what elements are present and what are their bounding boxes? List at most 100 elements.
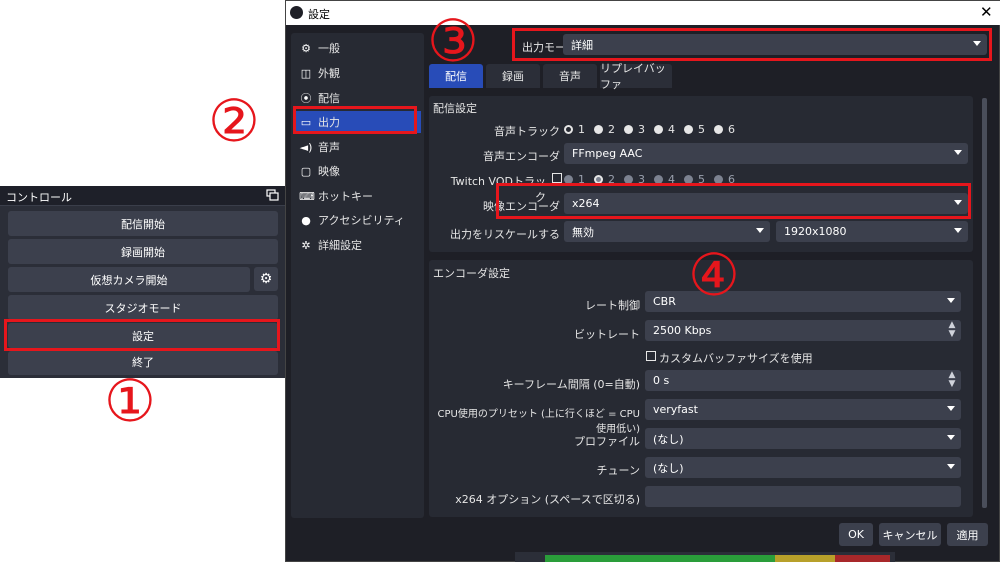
bitrate-label: ビットレート [574, 328, 640, 341]
stream-icon: ⦿ [300, 92, 312, 105]
start-streaming-button[interactable]: 配信開始 [8, 211, 278, 236]
gear-icon: ⚙ [301, 41, 311, 55]
audio-track-radio-group: 1 2 3 4 5 6 [564, 123, 744, 136]
sidebar-item-label: アクセシビリティ [318, 214, 405, 227]
tab-audio[interactable]: 音声 [543, 64, 597, 88]
undock-icon[interactable] [266, 189, 279, 201]
chevron-down-icon [947, 464, 955, 469]
window-title: 設定 [308, 8, 330, 21]
audio-track-label: 音声トラック [494, 125, 560, 138]
rescale-resolution-select[interactable]: 1920x1080 [776, 221, 968, 242]
keyframe-interval-value: 0 s [653, 374, 670, 387]
obs-logo-icon [290, 6, 303, 19]
rate-control-label: レート制御 [585, 299, 640, 312]
annotation-number-4: ④ [688, 241, 740, 309]
close-icon[interactable]: ✕ [980, 3, 993, 21]
accessibility-icon: ● [301, 213, 311, 227]
sidebar-item-label: 一般 [318, 42, 340, 55]
rate-control-value: CBR [653, 295, 676, 308]
rescale-output-label: 出力をリスケールする [450, 228, 560, 241]
profile-value: (なし) [653, 432, 684, 446]
audio-meter-red [835, 555, 890, 562]
custom-buffer-checkbox[interactable] [646, 351, 656, 361]
chevron-down-icon [954, 150, 962, 155]
annotation-number-1: ① [104, 367, 156, 435]
settings-scrollbar[interactable] [982, 98, 987, 508]
highlight-video-encoder [496, 183, 971, 219]
studio-mode-button[interactable]: スタジオモード [8, 295, 278, 320]
sidebar-item-hotkeys[interactable]: ⌨ ホットキー [293, 185, 421, 207]
cpu-preset-value: veryfast [653, 403, 698, 416]
tab-recording[interactable]: 録画 [486, 64, 540, 88]
speaker-icon: ◄) [299, 140, 313, 154]
tune-select[interactable]: (なし) [645, 457, 961, 478]
audio-encoder-label: 音声エンコーダ [483, 150, 560, 163]
wrench-icon: ✲ [301, 238, 311, 252]
sidebar-item-audio[interactable]: ◄) 音声 [293, 136, 421, 158]
sidebar-item-accessibility[interactable]: ● アクセシビリティ [293, 209, 421, 231]
start-virtual-camera-button[interactable]: 仮想カメラ開始 [8, 267, 250, 292]
cpu-preset-label: CPU使用のプリセット (上に行くほど = CPU使用低い) [437, 409, 640, 435]
tab-replay-buffer[interactable]: リプレイバッファ [600, 62, 672, 91]
highlight-settings-button [4, 319, 280, 351]
cancel-button[interactable]: キャンセル [879, 523, 941, 546]
appearance-icon: ◫ [300, 66, 312, 80]
chevron-down-icon [947, 406, 955, 411]
profile-label: プロファイル [574, 435, 640, 448]
audio-track-radio[interactable]: 6 [714, 123, 735, 136]
highlight-output-item [293, 106, 417, 134]
tune-label: チューン [596, 464, 640, 477]
virtual-camera-settings-gear-icon[interactable]: ⚙ [254, 267, 278, 291]
sidebar-item-advanced[interactable]: ✲ 詳細設定 [293, 234, 421, 256]
apply-button[interactable]: 適用 [947, 523, 988, 546]
annotation-number-3: ③ [427, 7, 479, 75]
rescale-output-select[interactable]: 無効 [564, 221, 770, 242]
sidebar-item-label: 音声 [318, 141, 340, 154]
custom-buffer-label: カスタムバッファサイズを使用 [659, 352, 813, 365]
keyframe-interval-spinbox[interactable]: 0 s ▲ ▼ [645, 370, 961, 391]
sidebar-item-general[interactable]: ⚙ 一般 [293, 37, 421, 59]
sidebar-item-appearance[interactable]: ◫ 外観 [293, 62, 421, 84]
highlight-output-mode [512, 28, 992, 61]
audio-meter-yellow [775, 555, 835, 562]
audio-track-radio[interactable]: 2 [594, 123, 615, 136]
twitch-vod-checkbox[interactable] [552, 173, 562, 183]
sidebar-item-label: 映像 [318, 165, 340, 178]
video-icon: ▢ [300, 164, 312, 178]
annotation-number-2: ② [208, 87, 260, 155]
audio-meter-green [545, 555, 775, 562]
chevron-down-icon [756, 228, 764, 233]
rescale-output-value: 無効 [572, 225, 594, 239]
sidebar-item-video[interactable]: ▢ 映像 [293, 160, 421, 182]
rescale-resolution-value: 1920x1080 [784, 225, 847, 238]
audio-encoder-value: FFmpeg AAC [572, 147, 643, 160]
audio-track-radio[interactable]: 3 [624, 123, 645, 136]
x264-options-input[interactable] [645, 486, 961, 507]
dock-title: コントロール [6, 191, 72, 204]
sidebar-item-label: 外観 [318, 67, 340, 80]
tune-value: (なし) [653, 461, 684, 475]
x264-options-label: x264 オプション (スペースで区切る) [455, 493, 640, 506]
audio-track-radio[interactable]: 4 [654, 123, 675, 136]
chevron-down-icon [947, 298, 955, 303]
dock-header: コントロール [0, 186, 285, 206]
stream-settings-title: 配信設定 [433, 102, 477, 115]
audio-track-radio[interactable]: 5 [684, 123, 705, 136]
profile-select[interactable]: (なし) [645, 428, 961, 449]
ok-button[interactable]: OK [839, 523, 873, 546]
audio-track-radio[interactable]: 1 [564, 123, 585, 136]
keyframe-interval-label: キーフレーム間隔 (0=自動) [502, 378, 640, 391]
chevron-down-icon [954, 228, 962, 233]
spin-arrows-icon[interactable]: ▲ ▼ [947, 371, 957, 390]
sidebar-item-label: 配信 [318, 92, 340, 105]
bitrate-spinbox[interactable]: 2500 Kbps ▲ ▼ [645, 320, 961, 341]
start-recording-button[interactable]: 録画開始 [8, 239, 278, 264]
audio-encoder-select[interactable]: FFmpeg AAC [564, 143, 968, 164]
cpu-preset-select[interactable]: veryfast [645, 399, 961, 420]
bitrate-value: 2500 Kbps [653, 324, 712, 337]
keyboard-icon: ⌨ [299, 189, 315, 203]
window-titlebar: 設定 ✕ [286, 1, 1000, 25]
chevron-down-icon [947, 435, 955, 440]
encoder-settings-title: エンコーダ設定 [433, 267, 510, 280]
spin-arrows-icon[interactable]: ▲ ▼ [947, 321, 957, 340]
